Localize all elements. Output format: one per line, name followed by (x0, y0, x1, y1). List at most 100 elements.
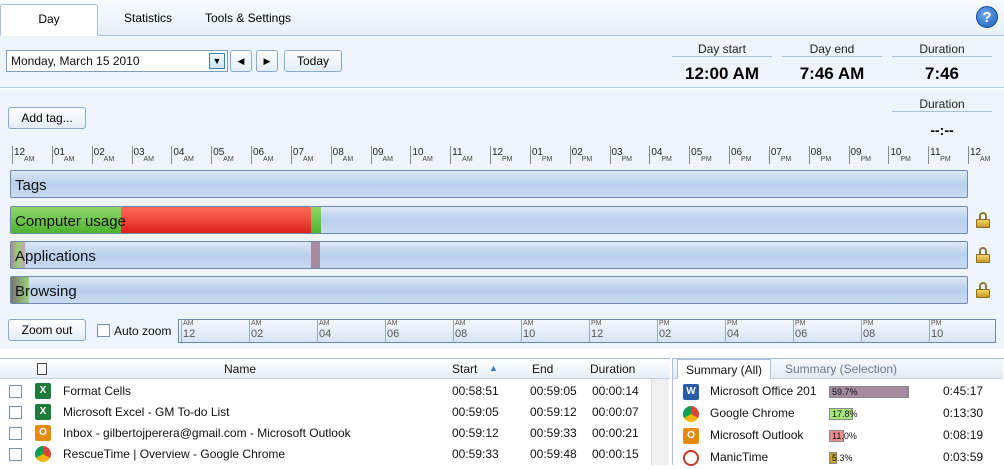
column-end[interactable]: End (532, 362, 553, 376)
tab-summary-selection[interactable]: Summary (Selection) (777, 359, 905, 379)
mini-axis-tick (793, 320, 794, 342)
chrome-icon (683, 406, 699, 422)
table-row[interactable]: X Microsoft Excel - GM To-do List 00:59:… (0, 402, 650, 423)
mini-axis-tick (453, 320, 454, 342)
computer-usage-row[interactable]: Computer usage (10, 206, 968, 234)
auto-zoom-label: Auto zoom (114, 324, 172, 338)
tags-row[interactable]: Tags (10, 170, 968, 198)
table-row[interactable]: X Format Cells 00:58:51 00:59:05 00:00:1… (0, 381, 650, 402)
mini-axis-tick (929, 320, 930, 342)
axis-ampm-label: AM (223, 156, 234, 163)
mini-axis-tick (249, 320, 250, 342)
axis-hour-label: 11 (452, 147, 463, 158)
axis-tick (888, 146, 890, 164)
duration-value: 7:46 (924, 64, 960, 83)
browsing-row[interactable]: Browsing (10, 276, 968, 304)
summary-row[interactable]: ManicTime 5.3% 0:03:59 (673, 447, 1003, 469)
table-row[interactable]: O Inbox - gilbertojperera@gmail.com - Mi… (0, 423, 650, 444)
mini-axis-hour: 08 (455, 328, 468, 340)
previous-day-button[interactable]: ◀ (230, 50, 252, 72)
summary-row[interactable]: O Microsoft Outlook 11.0% 0:08:19 (673, 425, 1003, 447)
axis-tick (91, 146, 93, 164)
tab-tools-settings[interactable]: Tools & Settings (196, 4, 300, 36)
zoom-out-button[interactable]: Zoom out (8, 319, 86, 341)
mini-axis-ampm: AM (319, 320, 330, 327)
outlook-icon: O (683, 428, 699, 444)
axis-ampm-label: PM (860, 156, 872, 163)
summary-percent-label: 5.3% (832, 453, 853, 463)
day-end-value: 7:46 AM (799, 64, 865, 83)
today-button[interactable]: Today (284, 50, 342, 72)
column-start[interactable]: Start (452, 362, 477, 376)
date-picker-value: Monday, March 15 2010 (11, 54, 140, 68)
mini-axis-ampm: AM (183, 320, 194, 327)
mini-axis-ampm: AM (251, 320, 262, 327)
lock-icon[interactable] (976, 212, 990, 228)
help-icon[interactable]: ? (976, 6, 998, 28)
auto-zoom-checkbox[interactable] (97, 324, 110, 337)
axis-ampm-label: AM (143, 156, 155, 163)
axis-ampm-label: PM (780, 156, 792, 163)
axis-tick (410, 146, 412, 164)
column-name[interactable]: Name (224, 362, 256, 376)
row-checkbox[interactable] (9, 427, 22, 440)
summary-time: 0:03:59 (943, 450, 984, 464)
summary-panel: Summary (All) Summary (Selection) W Micr… (672, 358, 1004, 466)
mini-axis-tick (317, 320, 318, 342)
table-row[interactable]: RescueTime | Overview - Google Chrome 00… (0, 444, 650, 465)
date-toolbar: Monday, March 15 2010 ▼ ◀ ▶ Today Day st… (0, 36, 1004, 88)
axis-tick (808, 146, 810, 164)
row-duration: 00:00:15 (592, 447, 639, 461)
tab-statistics[interactable]: Statistics (108, 4, 188, 36)
summary-time: 0:13:30 (943, 406, 984, 420)
usage-busy-segment (121, 207, 311, 233)
row-checkbox[interactable] (9, 448, 22, 461)
axis-ampm-label: PM (900, 156, 911, 163)
next-day-button[interactable]: ▶ (256, 50, 278, 72)
chevron-down-icon[interactable]: ▼ (209, 53, 225, 69)
axis-tick (290, 146, 292, 164)
axis-hour-label: 11 (930, 147, 941, 158)
column-duration[interactable]: Duration (590, 362, 635, 376)
mini-axis-ampm: PM (931, 320, 942, 327)
axis-tick (529, 146, 531, 164)
applications-row-label: Applications (15, 248, 96, 265)
summary-percent-label: 17.8% (832, 409, 858, 419)
computer-usage-row-label: Computer usage (15, 213, 126, 230)
excel-icon: X (35, 404, 51, 420)
lock-icon[interactable] (976, 282, 990, 298)
mini-axis-hour: 02 (251, 328, 264, 340)
axis-tick (968, 146, 969, 164)
axis-ampm-label: PM (940, 156, 951, 163)
axis-ampm-label: AM (462, 156, 473, 163)
summary-row[interactable]: W Microsoft Office 201 59.7% 0:45:17 (673, 381, 1003, 403)
lock-icon[interactable] (976, 247, 990, 263)
selection-duration-value: --:-- (930, 122, 954, 138)
mini-axis-hour: 04 (319, 328, 332, 340)
axis-ampm-label: AM (382, 156, 394, 163)
tab-day[interactable]: Day (0, 4, 98, 36)
mini-axis-tick (657, 320, 658, 342)
mini-axis-tick (589, 320, 590, 342)
axis-ampm-label: AM (63, 156, 75, 163)
date-picker[interactable]: Monday, March 15 2010 ▼ (6, 50, 228, 72)
axis-ampm-label: PM (621, 156, 633, 163)
add-tag-button[interactable]: Add tag... (8, 107, 86, 129)
overview-scroller[interactable]: AM 12 AM 02 AM 04 AM 06 AM 08 AM 10 PM 12 PM 02 PM 04 PM 06… (178, 319, 996, 343)
document-icon (37, 363, 47, 375)
row-start: 00:58:51 (452, 384, 499, 398)
activity-table-header: Name Start ▲ End Duration (0, 359, 670, 379)
summary-percent-bar: 17.8% (829, 408, 858, 420)
axis-ampm-label: AM (302, 156, 314, 163)
applications-row[interactable]: Applications (10, 241, 968, 269)
mini-axis-ampm: PM (795, 320, 806, 327)
row-duration: 00:00:07 (592, 405, 639, 419)
row-checkbox[interactable] (9, 385, 22, 398)
summary-row[interactable]: Google Chrome 17.8% 0:13:30 (673, 403, 1003, 425)
table-scrollbar[interactable] (651, 379, 669, 465)
tab-summary-all[interactable]: Summary (All) (677, 359, 772, 379)
summary-percent-bar: 59.7% (829, 386, 909, 398)
duration-label: Duration (892, 42, 992, 57)
word-icon: W (683, 384, 699, 400)
row-checkbox[interactable] (9, 406, 22, 419)
